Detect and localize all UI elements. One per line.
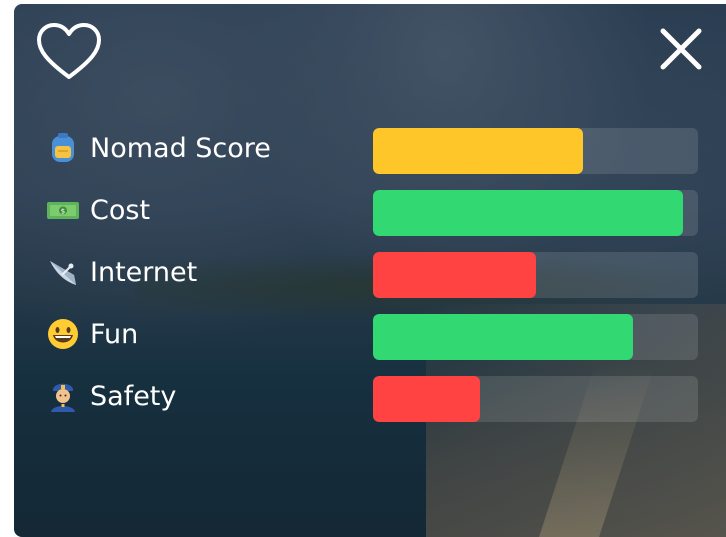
satellite-dish-emoji-icon: [50, 261, 76, 285]
rating-label: Fun: [90, 318, 139, 350]
rating-bar-track: [373, 190, 698, 236]
heart-outline-icon: [37, 23, 101, 79]
rating-row-cost: $ Cost: [46, 186, 706, 248]
rating-bar-track: [373, 128, 698, 174]
backpack-emoji-icon: [52, 133, 74, 162]
close-button[interactable]: [658, 26, 704, 72]
rating-bar-track: [373, 376, 698, 422]
rating-row-safety: Safety: [46, 372, 706, 434]
money-emoji-icon: $: [47, 202, 79, 219]
svg-text:$: $: [61, 208, 65, 216]
city-card[interactable]: Nomad Score $ Cost Internet Fun Safety: [14, 4, 726, 537]
rating-bar-fill: [373, 314, 633, 360]
rating-bar-fill: [373, 190, 684, 236]
close-x-icon: [660, 28, 702, 70]
police-officer-emoji-icon: [51, 383, 75, 412]
rating-bar-track: [373, 314, 698, 360]
rating-bar-track: [373, 252, 698, 298]
rating-label: Safety: [90, 380, 177, 412]
ratings-list: Nomad Score $ Cost Internet Fun Safety: [46, 124, 706, 434]
rating-label: Cost: [90, 194, 151, 226]
rating-bar-fill: [373, 376, 481, 422]
rating-row-fun: Fun: [46, 310, 706, 372]
rating-label: Nomad Score: [90, 132, 271, 164]
grinning-face-emoji-icon: [48, 319, 78, 349]
rating-row-nomad-score: Nomad Score: [46, 124, 706, 186]
rating-row-internet: Internet: [46, 248, 706, 310]
favorite-button[interactable]: [36, 22, 102, 82]
rating-label: Internet: [90, 256, 198, 288]
rating-bar-fill: [373, 128, 583, 174]
rating-bar-fill: [373, 252, 536, 298]
